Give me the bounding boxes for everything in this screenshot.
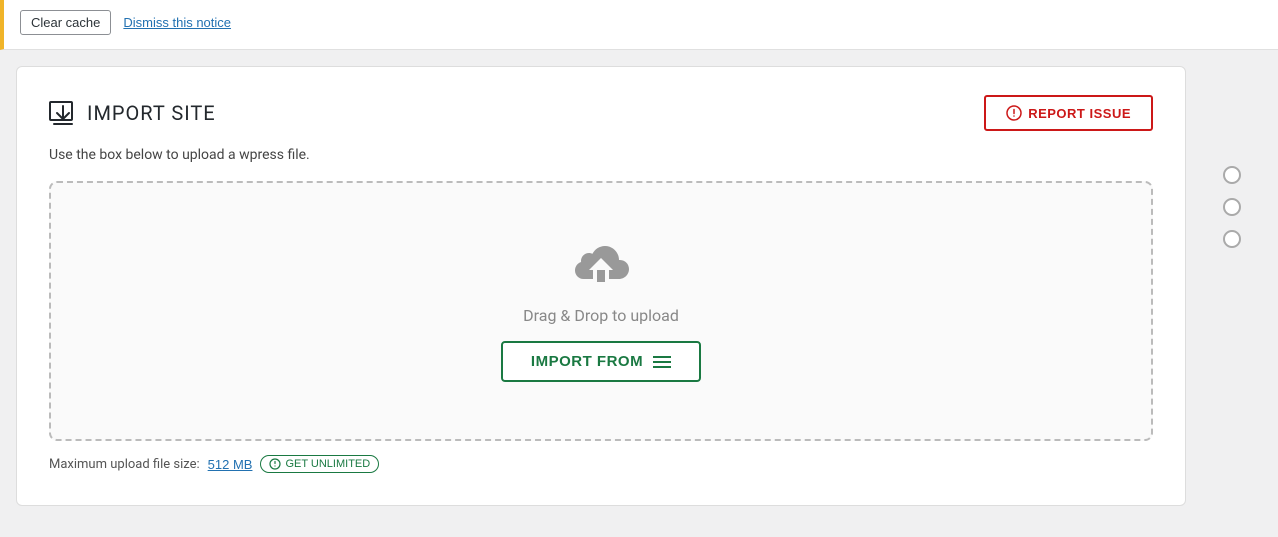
dismiss-notice-button[interactable]: Dismiss this notice (123, 15, 231, 30)
file-size-link[interactable]: 512 MB (208, 457, 253, 472)
radio-button-1[interactable] (1223, 166, 1241, 184)
get-unlimited-button[interactable]: GET UNLIMITED (260, 455, 379, 473)
import-from-label: IMPORT FROM (531, 353, 643, 370)
drag-drop-text: Drag & Drop to upload (523, 306, 679, 325)
import-site-card: IMPORT SITE REPORT ISSUE Use the box bel… (16, 66, 1186, 506)
sidebar-panel (1202, 66, 1262, 506)
card-header: IMPORT SITE REPORT ISSUE (49, 95, 1153, 131)
import-site-icon (49, 99, 77, 127)
unlimited-info-icon (269, 458, 281, 470)
card-title: IMPORT SITE (49, 99, 216, 127)
radio-row-2[interactable] (1223, 198, 1241, 216)
card-title-text: IMPORT SITE (87, 101, 216, 125)
radio-row-1[interactable] (1223, 166, 1241, 184)
report-issue-label: REPORT ISSUE (1028, 106, 1131, 121)
drop-zone[interactable]: Drag & Drop to upload IMPORT FROM (49, 181, 1153, 441)
radio-row-3[interactable] (1223, 230, 1241, 248)
card-description: Use the box below to upload a wpress fil… (49, 147, 1153, 163)
cloud-upload-icon (569, 240, 633, 290)
footer-prefix: Maximum upload file size: (49, 457, 200, 472)
card-footer: Maximum upload file size: 512 MB GET UNL… (49, 455, 1153, 473)
notice-bar: Clear cache Dismiss this notice (0, 0, 1278, 50)
unlimited-label: GET UNLIMITED (285, 458, 370, 470)
report-issue-icon (1006, 105, 1022, 121)
clear-cache-button[interactable]: Clear cache (20, 10, 111, 35)
import-from-button[interactable]: IMPORT FROM (501, 341, 701, 382)
radio-button-3[interactable] (1223, 230, 1241, 248)
radio-button-2[interactable] (1223, 198, 1241, 216)
report-issue-button[interactable]: REPORT ISSUE (984, 95, 1153, 131)
main-area: IMPORT SITE REPORT ISSUE Use the box bel… (0, 50, 1278, 522)
import-from-menu-icon (653, 355, 671, 369)
